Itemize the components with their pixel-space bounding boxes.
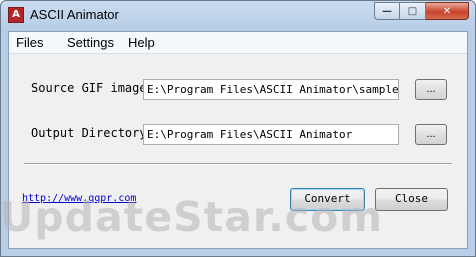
menu-files[interactable]: Files: [16, 35, 43, 50]
window-title: ASCII Animator: [30, 7, 119, 22]
menu-help[interactable]: Help: [128, 35, 155, 50]
minimize-icon: —: [382, 5, 392, 17]
output-directory-field[interactable]: E:\Program Files\ASCII Animator: [143, 124, 399, 145]
menu-bar: Files Settings Help: [9, 32, 467, 54]
maximize-button[interactable]: □: [400, 2, 426, 20]
close-icon: ✕: [442, 5, 452, 17]
source-gif-label: Source GIF image:: [31, 81, 154, 95]
title-bar[interactable]: A ASCII Animator — □ ✕: [1, 1, 475, 31]
browse-output-button[interactable]: ...: [415, 124, 447, 145]
window-controls: — □ ✕: [374, 2, 469, 21]
menu-settings[interactable]: Settings: [67, 35, 114, 50]
close-window-button[interactable]: ✕: [426, 2, 469, 20]
minimize-button[interactable]: —: [374, 2, 400, 20]
separator: [24, 163, 452, 165]
output-directory-label: Output Directory:: [31, 126, 154, 140]
updatestar-watermark: UpdateStar.com: [0, 193, 383, 241]
source-gif-field[interactable]: E:\Program Files\ASCII Animator\sample.g…: [143, 79, 399, 100]
app-icon[interactable]: A: [8, 7, 24, 23]
close-button[interactable]: Close: [375, 188, 448, 211]
maximize-icon: □: [407, 5, 418, 17]
browse-source-button[interactable]: ...: [415, 79, 447, 100]
